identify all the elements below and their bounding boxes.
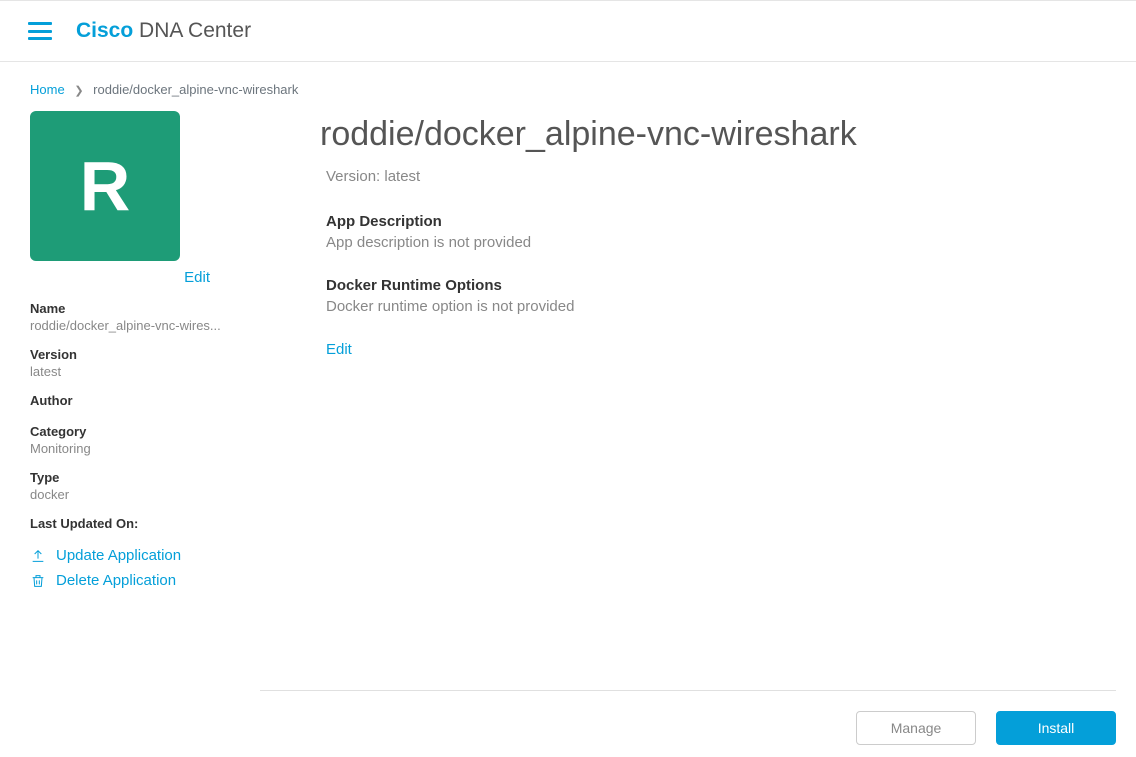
- app-description-heading: App Description: [326, 213, 1106, 230]
- delete-application-label: Delete Application: [56, 572, 176, 589]
- meta-name: Name roddie/docker_alpine-vnc-wires...: [30, 301, 230, 333]
- breadcrumb-home[interactable]: Home: [30, 82, 65, 97]
- content-area: R Edit Name roddie/docker_alpine-vnc-wir…: [0, 111, 1136, 597]
- app-icon: R: [30, 111, 180, 261]
- meta-category: Category Monitoring: [30, 424, 230, 456]
- meta-updated-label: Last Updated On:: [30, 516, 230, 531]
- meta-name-label: Name: [30, 301, 230, 316]
- version-value: latest: [384, 168, 420, 185]
- meta-version-label: Version: [30, 347, 230, 362]
- edit-details-link[interactable]: Edit: [320, 341, 352, 358]
- update-application-label: Update Application: [56, 547, 181, 564]
- chevron-right-icon: ❯: [74, 85, 83, 97]
- meta-version-value: latest: [30, 364, 230, 379]
- update-application-link[interactable]: Update Application: [30, 547, 230, 564]
- brand-rest: DNA Center: [133, 19, 251, 42]
- sidebar: R Edit Name roddie/docker_alpine-vnc-wir…: [30, 111, 230, 597]
- brand-bold: Cisco: [76, 19, 133, 42]
- app-description-section: App Description App description is not p…: [320, 213, 1106, 251]
- footer-actions: Manage Install: [260, 690, 1116, 745]
- meta-list: Name roddie/docker_alpine-vnc-wires... V…: [30, 301, 230, 533]
- meta-updated: Last Updated On:: [30, 516, 230, 533]
- meta-type-label: Type: [30, 470, 230, 485]
- version-line: Version: latest: [320, 168, 1106, 185]
- main-panel: roddie/docker_alpine-vnc-wireshark Versi…: [320, 111, 1106, 597]
- brand-title: Cisco DNA Center: [76, 19, 251, 43]
- meta-category-label: Category: [30, 424, 230, 439]
- action-links: Update Application Delete Application: [30, 547, 230, 589]
- delete-application-link[interactable]: Delete Application: [30, 572, 230, 589]
- meta-author-label: Author: [30, 393, 230, 408]
- version-prefix: Version:: [326, 168, 384, 185]
- app-description-body: App description is not provided: [326, 234, 1106, 251]
- edit-icon-link[interactable]: Edit: [184, 269, 210, 286]
- manage-button[interactable]: Manage: [856, 711, 976, 745]
- meta-version: Version latest: [30, 347, 230, 379]
- breadcrumb: Home ❯ roddie/docker_alpine-vnc-wireshar…: [0, 62, 1136, 111]
- meta-category-value: Monitoring: [30, 441, 230, 456]
- docker-runtime-body: Docker runtime option is not provided: [326, 298, 1106, 315]
- breadcrumb-current: roddie/docker_alpine-vnc-wireshark: [93, 82, 298, 97]
- upload-icon: [30, 548, 46, 564]
- meta-author: Author: [30, 393, 230, 410]
- meta-name-value: roddie/docker_alpine-vnc-wires...: [30, 318, 230, 333]
- docker-runtime-heading: Docker Runtime Options: [326, 277, 1106, 294]
- docker-runtime-section: Docker Runtime Options Docker runtime op…: [320, 277, 1106, 315]
- app-icon-letter: R: [80, 146, 131, 226]
- install-button[interactable]: Install: [996, 711, 1116, 745]
- menu-icon[interactable]: [28, 22, 52, 40]
- app-header: Cisco DNA Center: [0, 0, 1136, 62]
- meta-type: Type docker: [30, 470, 230, 502]
- meta-type-value: docker: [30, 487, 230, 502]
- trash-icon: [30, 573, 46, 589]
- page-title: roddie/docker_alpine-vnc-wireshark: [320, 115, 1106, 154]
